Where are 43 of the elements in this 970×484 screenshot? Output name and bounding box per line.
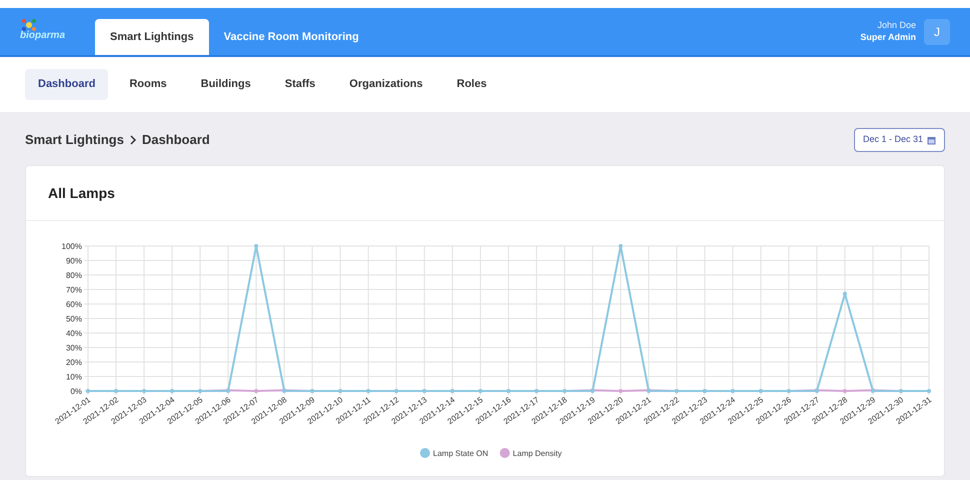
data-point (590, 389, 595, 393)
data-point (618, 244, 623, 248)
nav-item[interactable]: Roles (444, 69, 500, 100)
nav-item[interactable]: Dashboard (25, 69, 108, 100)
y-tick-label: 90% (66, 256, 82, 266)
legend-swatch (420, 448, 430, 458)
data-point (254, 244, 258, 248)
data-point (618, 389, 623, 393)
user-role: Super Admin (860, 32, 916, 43)
y-tick-label: 60% (66, 300, 82, 309)
data-point (282, 389, 286, 393)
breadcrumb-link[interactable]: Smart Lightings (25, 130, 124, 150)
nav-item[interactable]: Organizations (336, 69, 436, 100)
date-range-button[interactable]: Dec 1 - Dec 31 (854, 128, 945, 152)
y-tick-label: 50% (66, 314, 82, 324)
data-point (842, 292, 847, 296)
y-tick-label: 30% (66, 344, 82, 352)
y-tick-label: 100% (62, 242, 82, 251)
y-tick-label: 40% (66, 329, 82, 338)
top-tab[interactable]: Smart Lightings (95, 19, 209, 55)
data-point (842, 389, 847, 393)
logo-text: bioparma (20, 29, 66, 43)
data-point (814, 389, 819, 393)
chevron-icon (128, 135, 138, 145)
y-tick-label: 10% (66, 372, 82, 382)
data-point (646, 389, 651, 393)
user-name: John Doe (877, 20, 916, 32)
calendar-icon (927, 136, 936, 144)
legend-swatch (500, 448, 510, 458)
nav-item[interactable]: Buildings (188, 69, 264, 100)
data-point (254, 389, 258, 393)
y-tick-label: 20% (66, 358, 82, 367)
y-tick-label: 0% (70, 387, 82, 396)
data-point (226, 389, 230, 393)
y-tick-label: 70% (66, 286, 82, 294)
breadcrumb-current: Dashboard (142, 131, 210, 150)
nav-item[interactable]: Rooms (116, 69, 180, 100)
y-tick-label: 80% (66, 271, 82, 280)
nav-item[interactable]: Staffs (272, 69, 328, 100)
card-title: All Lamps (48, 184, 115, 203)
data-point (870, 389, 875, 393)
legend-label[interactable]: Lamp Density (512, 449, 562, 458)
legend-label[interactable]: Lamp State ON (433, 449, 488, 458)
